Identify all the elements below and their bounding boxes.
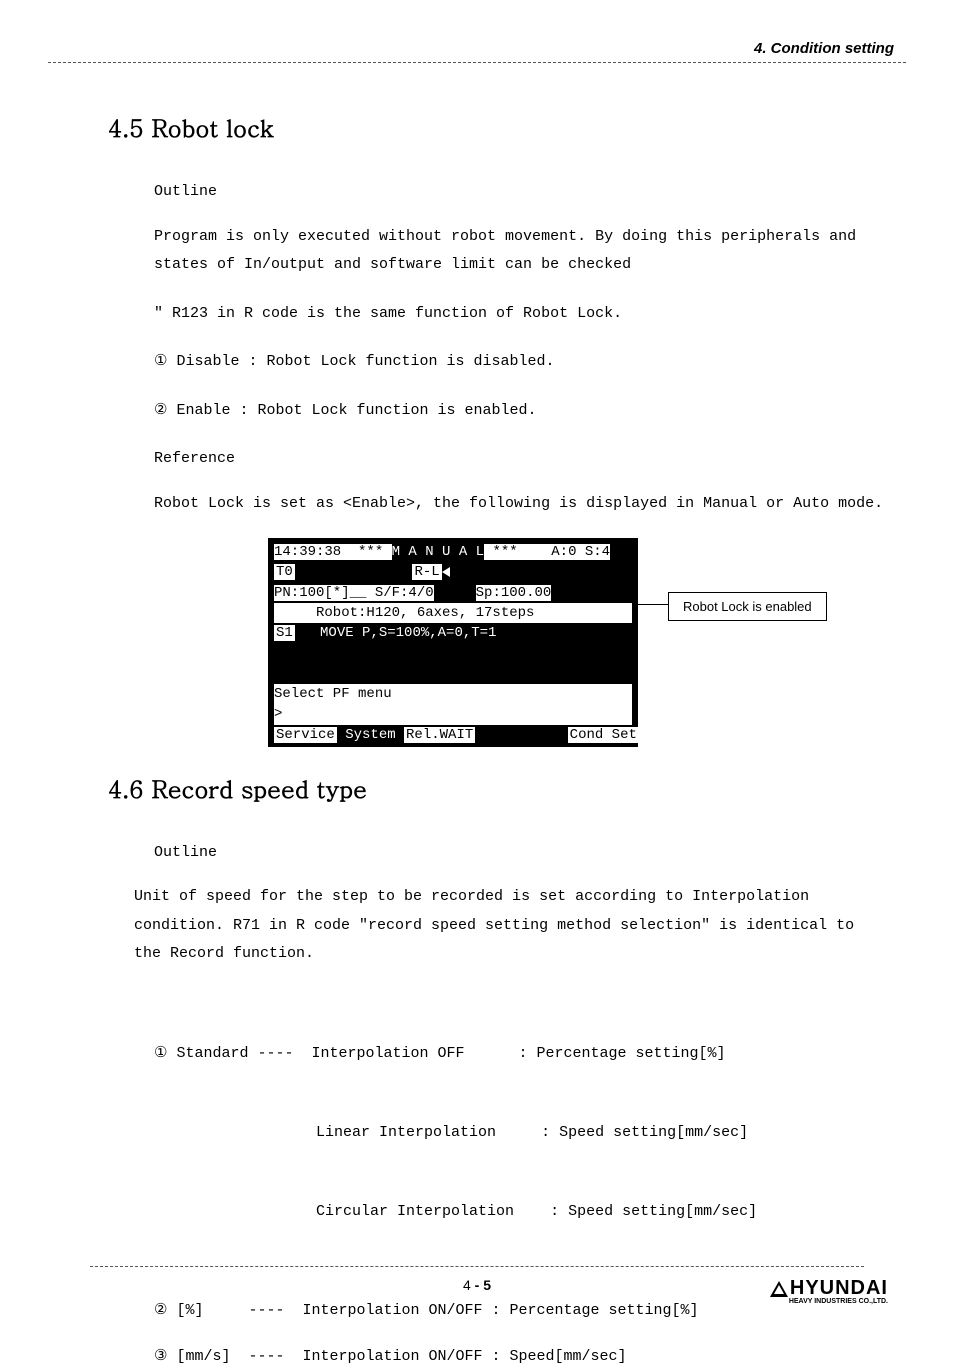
section-4-5-title: 4.5 Robot lock <box>108 110 884 144</box>
console-line-6 <box>274 643 632 663</box>
console-line-5: S1 MOVE P,S=100%,A=0,T=1 <box>274 623 632 643</box>
page-chapter: 4 <box>463 1277 471 1293</box>
console-l5-s1: S1 <box>274 625 295 641</box>
console-l1-left: 14:39:38 *** <box>274 544 392 560</box>
console-l2-rl: R-L <box>412 564 441 580</box>
console-l1-mid: M A N U A L <box>392 544 484 560</box>
console-l3-left: PN:100[*]__ S/F:4/0 <box>274 585 434 601</box>
console-line-4: Robot:H120, 6axes, 17steps <box>274 603 632 623</box>
console-l10-c: Rel.WAIT <box>404 727 475 743</box>
header-divider <box>48 62 906 63</box>
console-line-8: Select PF menu <box>274 684 632 704</box>
console-l1-end: A:0 S:4 <box>551 544 610 560</box>
s45-opt-disable: ① Disable : Robot Lock function is disab… <box>154 348 884 377</box>
hyundai-logo: HYUNDAI HEAVY INDUSTRIES CO.,LTD. <box>770 1277 888 1305</box>
logo-text: HYUNDAI <box>790 1277 888 1300</box>
s45-para1: Program is only executed without robot m… <box>154 223 884 280</box>
console-l10-a: Service <box>274 727 337 743</box>
reference-label: Reference <box>154 445 884 474</box>
outline-label-2: Outline <box>154 839 884 868</box>
console-line-7 <box>274 664 632 684</box>
s46-standard-line2: Linear Interpolation : Speed setting[mm/… <box>154 1120 884 1146</box>
console-line-10: Service System Rel.WAIT Cond Set <box>274 725 632 745</box>
console-l2-to: T0 <box>274 564 295 580</box>
footer-divider <box>90 1266 864 1267</box>
terminal-screenshot: 14:39:38 *** M A N U A L *** A:0 S:4 T0 … <box>268 538 638 747</box>
section-4-6-title: 4.6 Record speed type <box>108 771 884 805</box>
s45-para2: " R123 in R code is the same function of… <box>154 300 884 329</box>
console-line-3: PN:100[*]__ S/F:4/0 Sp:100.00 <box>274 583 632 603</box>
console-l5-cmd: MOVE P,S=100%,A=0,T=1 <box>320 625 496 641</box>
console-and-callout: 14:39:38 *** M A N U A L *** A:0 S:4 T0 … <box>268 538 884 747</box>
leader-line-1 <box>638 604 668 605</box>
console-l10-b: System <box>337 727 404 743</box>
arrow-left-icon <box>442 567 450 577</box>
page-num: 5 <box>483 1277 491 1293</box>
s46-standard-line3: Circular Interpolation : Speed setting[m… <box>154 1199 884 1225</box>
console-l10-d: Cond Set <box>568 727 639 743</box>
s45-ref-text: Robot Lock is set as <Enable>, the follo… <box>154 490 884 519</box>
console-l3-right: Sp:100.00 <box>476 585 552 601</box>
chapter-header: 4. Condition setting <box>754 40 894 57</box>
page-content: 4.5 Robot lock Outline Program is only e… <box>108 110 884 1370</box>
console-line-1: 14:39:38 *** M A N U A L *** A:0 S:4 <box>274 542 632 562</box>
page-sep: - <box>471 1277 483 1293</box>
s46-standard-line1: ① Standard ---- Interpolation OFF : Perc… <box>154 1041 884 1067</box>
callout-text: Robot Lock is enabled <box>683 599 812 614</box>
console-l1-right: *** <box>484 544 551 560</box>
outline-label-1: Outline <box>154 178 884 207</box>
s46-mms-line: ③ [mm/s] ---- Interpolation ON/OFF : Spe… <box>154 1344 884 1370</box>
console-line-9: > <box>274 704 632 724</box>
logo-triangle-icon <box>770 1281 788 1297</box>
s46-para1: Unit of speed for the step to be recorde… <box>134 883 884 969</box>
callout-box: Robot Lock is enabled <box>668 592 827 621</box>
s45-opt-enable: ② Enable : Robot Lock function is enable… <box>154 397 884 426</box>
console-line-2: T0 R-L <box>274 562 632 582</box>
